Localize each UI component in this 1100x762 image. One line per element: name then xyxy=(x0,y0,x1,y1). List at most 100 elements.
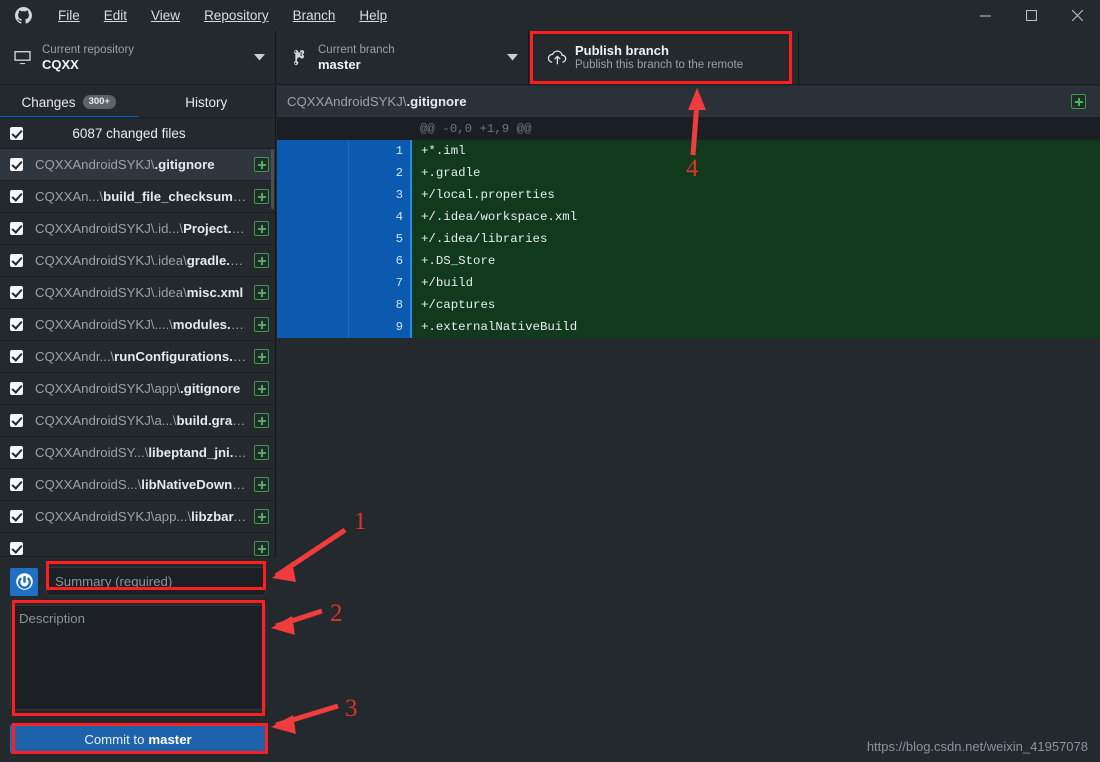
file-list-item[interactable]: CQXXAndroidSYKJ\a...\build.gradle xyxy=(0,405,275,437)
avatar xyxy=(10,567,38,596)
file-checkbox[interactable] xyxy=(10,190,23,203)
github-desktop-window: File Edit View Repository Branch Help Cu… xyxy=(0,0,1100,762)
select-all-checkbox[interactable] xyxy=(10,126,23,140)
file-checkbox[interactable] xyxy=(10,318,23,331)
status-added-icon xyxy=(254,509,269,524)
maximize-icon[interactable] xyxy=(1008,0,1054,31)
menu-label-repository: Repository xyxy=(204,8,269,23)
file-list-item[interactable]: CQXXAndr...\runConfigurations.xml xyxy=(0,341,275,373)
menu-item-file[interactable]: File xyxy=(46,0,92,31)
commit-to-branch-button[interactable]: Commit to master xyxy=(10,724,266,754)
diff-line-number: 1 xyxy=(348,140,410,162)
diff-line-number: 7 xyxy=(348,272,410,294)
diff-line[interactable]: 3 +/local.properties xyxy=(277,184,1100,206)
diff-line-number: 8 xyxy=(348,294,410,316)
file-list-scrollbar[interactable] xyxy=(270,149,275,574)
file-checkbox[interactable] xyxy=(10,286,23,299)
file-checkbox[interactable] xyxy=(10,446,23,459)
file-checkbox[interactable] xyxy=(10,222,23,235)
file-list-item[interactable]: CQXXAndroidSYKJ\app\.gitignore xyxy=(0,373,275,405)
menu-item-repository[interactable]: Repository xyxy=(192,0,281,31)
sidebar-tabs: Changes 300+ History xyxy=(0,86,275,118)
file-basename: .gitignore xyxy=(180,381,241,396)
file-path-4: CQXXAndroidSYKJ\.idea\misc.xml xyxy=(35,285,248,300)
file-prefix: CQXXAndroidSYKJ\....\ xyxy=(35,317,173,332)
tab-history-label: History xyxy=(185,94,228,110)
file-checkbox[interactable] xyxy=(10,478,23,491)
file-list-item[interactable]: CQXXAndroidSYKJ\app...\libzbar.so xyxy=(0,501,275,533)
add-square-icon[interactable] xyxy=(1071,94,1086,109)
file-basename: modules.xml xyxy=(172,317,248,332)
file-basename: .gitignore xyxy=(154,157,215,172)
file-checkbox[interactable] xyxy=(10,542,23,555)
diff-line[interactable]: 2 +.gradle xyxy=(277,162,1100,184)
diff-hunk-header[interactable]: @@ -0,0 +1,9 @@ xyxy=(277,118,1100,140)
current-branch-button[interactable]: Current branch master xyxy=(276,31,529,84)
diff-file-basename: .gitignore xyxy=(406,94,467,109)
toolbar: Current repository CQXX Current branch m… xyxy=(0,31,1100,85)
publish-branch-button[interactable]: Publish branch Publish this branch to th… xyxy=(529,31,799,84)
close-icon[interactable] xyxy=(1054,0,1100,31)
menu-item-view[interactable]: View xyxy=(139,0,192,31)
diff-line[interactable]: 7 +/build xyxy=(277,272,1100,294)
github-logo-icon xyxy=(0,7,46,24)
status-added-icon xyxy=(254,317,269,332)
file-checkbox[interactable] xyxy=(10,382,23,395)
scrollbar-thumb[interactable] xyxy=(271,149,274,209)
file-list-item[interactable]: CQXXAndroidSYKJ\.id...\Project.xml xyxy=(0,213,275,245)
diff-line[interactable]: 9 +.externalNativeBuild xyxy=(277,316,1100,338)
menu-item-branch[interactable]: Branch xyxy=(281,0,348,31)
file-list-item[interactable]: CQXXAndroidS...\libNativeDown.so xyxy=(0,469,275,501)
file-basename: libNativeDown.so xyxy=(141,477,248,492)
diff-gutter-old xyxy=(277,272,348,294)
repository-icon xyxy=(14,49,42,66)
file-checkbox[interactable] xyxy=(10,510,23,523)
diff-line[interactable]: 8 +/captures xyxy=(277,294,1100,316)
diff-line[interactable]: 6 +.DS_Store xyxy=(277,250,1100,272)
status-added-icon xyxy=(254,477,269,492)
diff-gutter-old xyxy=(277,250,348,272)
file-basename: build_file_checksums.ser xyxy=(103,189,248,204)
commit-description-input[interactable] xyxy=(10,605,266,710)
file-checkbox[interactable] xyxy=(10,414,23,427)
tab-history[interactable]: History xyxy=(138,86,276,118)
tab-changes[interactable]: Changes 300+ xyxy=(0,86,138,118)
sidebar: Changes 300+ History 6087 changed files … xyxy=(0,86,276,762)
chevron-down-icon xyxy=(507,53,518,63)
diff-line-text: +.gradle xyxy=(410,162,1100,184)
file-path-8: CQXXAndroidSYKJ\a...\build.gradle xyxy=(35,413,248,428)
file-list-item[interactable]: CQXXAndroidSYKJ\.idea\misc.xml xyxy=(0,277,275,309)
menu-item-help[interactable]: Help xyxy=(347,0,399,31)
status-added-icon xyxy=(254,445,269,460)
file-prefix: CQXXAndroidSYKJ\a...\ xyxy=(35,413,177,428)
file-path-0: CQXXAndroidSYKJ\.gitignore xyxy=(35,157,248,172)
menu-label-edit: Edit xyxy=(103,8,128,23)
menu-label-branch: Branch xyxy=(292,8,336,23)
file-list-item[interactable]: CQXXAn...\build_file_checksums.ser xyxy=(0,181,275,213)
menu-item-edit[interactable]: Edit xyxy=(92,0,139,31)
diff-line[interactable]: 4 +/.idea/workspace.xml xyxy=(277,206,1100,228)
diff-line[interactable]: 5 +/.idea/libraries xyxy=(277,228,1100,250)
file-list-item[interactable]: CQXXAndroidSY...\libeptand_jni.so xyxy=(0,437,275,469)
changed-files-summary-row[interactable]: 6087 changed files xyxy=(0,118,275,149)
publish-branch-subtitle: Publish this branch to the remote xyxy=(575,59,744,72)
chevron-down-icon xyxy=(254,53,265,63)
file-path-10: CQXXAndroidS...\libNativeDown.so xyxy=(35,477,248,492)
current-repository-button[interactable]: Current repository CQXX xyxy=(0,31,276,84)
file-list-item[interactable]: CQXXAndroidSYKJ\.gitignore xyxy=(0,149,275,181)
status-added-icon xyxy=(254,381,269,396)
diff-line[interactable]: 1 +*.iml xyxy=(277,140,1100,162)
minimize-icon[interactable] xyxy=(962,0,1008,31)
changed-files-list[interactable]: CQXXAndroidSYKJ\.gitignore CQXXAn...\bui… xyxy=(0,149,275,574)
file-checkbox[interactable] xyxy=(10,254,23,267)
diff-gutter-old xyxy=(277,206,348,228)
file-list-item[interactable]: CQXXAndroidSYKJ\....\modules.xml xyxy=(0,309,275,341)
file-prefix: CQXXAndroidS...\ xyxy=(35,477,142,492)
file-list-item[interactable]: CQXXAndroidSYKJ\.idea\gradle.xml xyxy=(0,245,275,277)
file-checkbox[interactable] xyxy=(10,158,23,171)
menu-label-help: Help xyxy=(359,8,388,23)
diff-gutter-old xyxy=(277,140,348,162)
commit-summary-input[interactable] xyxy=(46,567,266,596)
diff-gutter-old xyxy=(277,184,348,206)
file-checkbox[interactable] xyxy=(10,350,23,363)
